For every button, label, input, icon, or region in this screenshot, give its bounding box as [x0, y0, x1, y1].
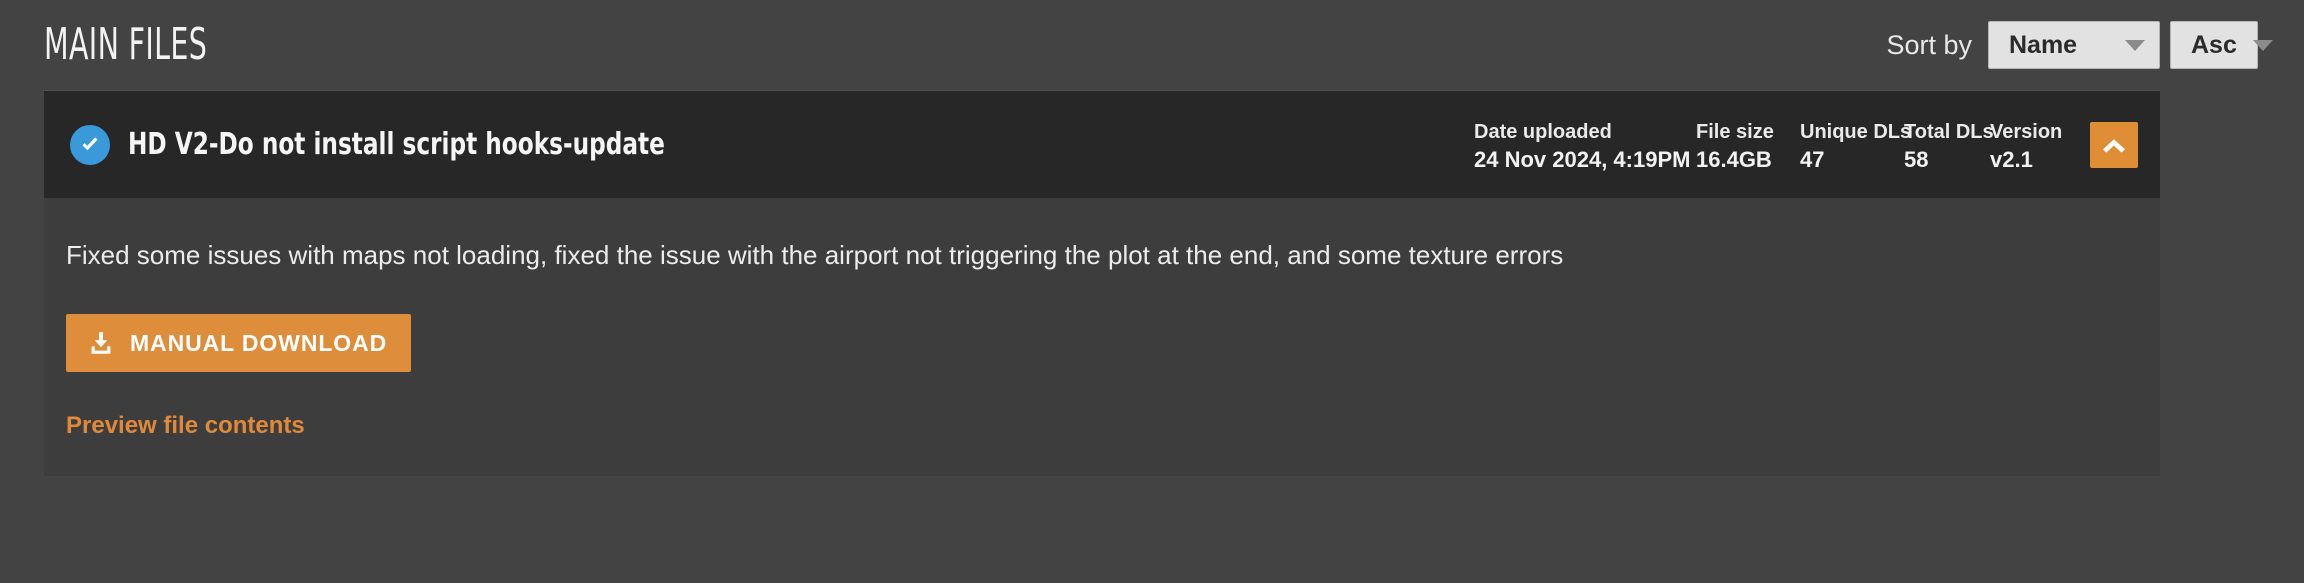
meta-value: 58: [1904, 147, 1929, 172]
collapse-file-button[interactable]: [2090, 121, 2138, 168]
chevron-down-icon: [2125, 39, 2145, 51]
meta-date-uploaded: Date uploaded 24 Nov 2024, 4:19PM: [1474, 119, 1696, 174]
check-circle-icon: [70, 124, 110, 165]
meta-label: Version: [1990, 121, 2063, 143]
meta-label: File size: [1696, 121, 1774, 143]
sort-field-select[interactable]: Name: [1988, 21, 2160, 69]
sort-controls: Sort by Name Asc: [1886, 21, 2273, 69]
sort-field-value: Name: [2009, 30, 2078, 59]
file-title-block: HD V2-Do not install script hooks-update: [70, 124, 1474, 165]
chevron-down-icon: [2252, 39, 2273, 51]
file-card: HD V2-Do not install script hooks-update…: [44, 90, 2160, 476]
page-header: MAIN FILES Sort by Name Asc: [0, 0, 2304, 90]
meta-value: 16.4GB: [1696, 147, 1772, 172]
chevron-up-icon: [2101, 137, 2127, 153]
sort-by-label: Sort by: [1886, 29, 1972, 60]
file-changelog: Fixed some issues with maps not loading,…: [66, 240, 1564, 270]
meta-version: Version v2.1: [1990, 119, 2078, 174]
main-files-panel: MAIN FILES Sort by Name Asc HD V2-Do not…: [0, 0, 2304, 583]
meta-unique-dls: Unique DLs 47: [1800, 119, 1912, 174]
preview-file-contents-link[interactable]: Preview file contents: [66, 412, 2130, 440]
file-card-header[interactable]: HD V2-Do not install script hooks-update…: [44, 91, 2160, 198]
sort-direction-select[interactable]: Asc: [2170, 21, 2273, 69]
meta-value: 24 Nov 2024, 4:19PM: [1474, 147, 1691, 172]
page-title: MAIN FILES: [44, 19, 208, 70]
meta-value: v2.1: [1990, 147, 2033, 172]
manual-download-button[interactable]: MANUAL DOWNLOAD: [66, 314, 412, 372]
download-icon: [88, 330, 114, 356]
meta-file-size: File size 16.4GB: [1696, 119, 1800, 174]
file-meta-group: Date uploaded 24 Nov 2024, 4:19PM File s…: [1474, 115, 2078, 174]
file-card-body: Fixed some issues with maps not loading,…: [44, 198, 2160, 476]
meta-label: Date uploaded: [1474, 121, 1612, 143]
meta-label: Total DLs: [1904, 121, 1994, 143]
sort-direction-value: Asc: [2191, 30, 2237, 59]
file-name: HD V2-Do not install script hooks-update: [128, 127, 665, 162]
meta-value: 47: [1800, 147, 1825, 172]
manual-download-label: MANUAL DOWNLOAD: [130, 329, 388, 356]
meta-label: Unique DLs: [1800, 121, 1912, 143]
meta-total-dls: Total DLs 58: [1904, 119, 1994, 174]
